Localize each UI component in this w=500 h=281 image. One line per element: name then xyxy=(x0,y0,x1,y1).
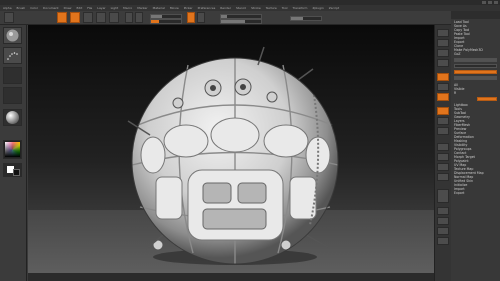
zadd-button[interactable] xyxy=(187,12,195,23)
local-icon[interactable] xyxy=(437,117,449,125)
persp-icon[interactable] xyxy=(437,93,449,101)
sculpt-sphere xyxy=(127,46,339,265)
palette-header xyxy=(451,11,500,19)
top-toolbar xyxy=(0,11,500,25)
transp-icon[interactable] xyxy=(437,207,449,215)
mrgb-button[interactable] xyxy=(125,12,133,23)
minimize-icon[interactable] xyxy=(482,1,486,4)
palette-item[interactable]: R xyxy=(454,91,497,95)
bpr-icon[interactable] xyxy=(437,29,449,37)
spix-icon[interactable] xyxy=(437,39,449,47)
dynamic-slider[interactable] xyxy=(290,16,322,21)
scale-icon[interactable] xyxy=(437,163,449,171)
ghost-icon[interactable] xyxy=(437,217,449,225)
tool-thumbnail-bar[interactable] xyxy=(454,76,497,80)
actual-icon[interactable] xyxy=(437,73,449,81)
canvas-footer xyxy=(28,273,434,281)
material-icon[interactable] xyxy=(3,109,22,126)
polyframe-icon[interactable] xyxy=(437,189,449,203)
move-icon[interactable] xyxy=(437,153,449,161)
palette-item[interactable]: Export xyxy=(454,191,497,195)
brush-icon[interactable] xyxy=(3,27,22,44)
xyz-icon[interactable] xyxy=(437,127,449,135)
scroll-icon[interactable] xyxy=(437,49,449,57)
right-shelf xyxy=(434,25,452,281)
rgb-button[interactable] xyxy=(135,12,143,23)
left-tray xyxy=(0,25,27,281)
viewport-canvas[interactable] xyxy=(28,25,434,273)
maximize-icon[interactable] xyxy=(488,1,492,4)
scale-button[interactable] xyxy=(96,12,106,23)
aahalf-icon[interactable] xyxy=(437,83,449,91)
tool-palette: Load Tool Save As Copy Tool Paste Tool I… xyxy=(451,11,500,281)
solo-icon[interactable] xyxy=(437,227,449,235)
xpose-icon[interactable] xyxy=(437,237,449,245)
active-tool-bar[interactable] xyxy=(454,70,497,74)
lightbox-button[interactable] xyxy=(4,12,14,23)
alpha-icon[interactable] xyxy=(3,67,22,84)
texture-icon[interactable] xyxy=(3,87,22,104)
rotate-button[interactable] xyxy=(109,12,119,23)
edit-button[interactable] xyxy=(57,12,67,23)
zoom-icon[interactable] xyxy=(437,59,449,67)
tool-thumbnail-bar[interactable] xyxy=(454,64,497,68)
tool-thumbnail-bar[interactable] xyxy=(454,58,497,62)
draw-button[interactable] xyxy=(70,12,80,23)
frame-icon[interactable] xyxy=(437,143,449,151)
orange-toggle[interactable] xyxy=(477,97,497,101)
draw-size-slider[interactable] xyxy=(220,19,262,24)
z-intensity-slider[interactable] xyxy=(150,19,182,24)
stroke-icon[interactable] xyxy=(3,47,22,64)
move-button[interactable] xyxy=(83,12,93,23)
rotate-icon[interactable] xyxy=(437,173,449,181)
color-swatch[interactable] xyxy=(3,163,22,177)
floor-icon[interactable] xyxy=(437,107,449,115)
color-picker-icon[interactable] xyxy=(3,140,22,159)
zsub-button[interactable] xyxy=(197,12,205,23)
close-icon[interactable] xyxy=(494,1,498,4)
palette-item[interactable]: GoZ xyxy=(454,52,497,56)
